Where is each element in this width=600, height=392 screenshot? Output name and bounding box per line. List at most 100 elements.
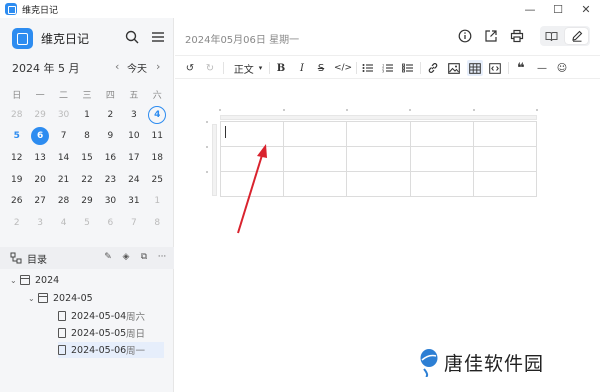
bold-icon[interactable]: B — [274, 60, 288, 76]
today-button[interactable]: 今天 — [127, 60, 147, 75]
calendar-day-number: 21 — [57, 174, 70, 185]
calendar-day[interactable]: 28 — [52, 190, 75, 212]
toc-label: 目录 — [27, 254, 47, 266]
calendar-day[interactable]: 27 — [28, 190, 51, 212]
image-icon[interactable] — [447, 60, 461, 76]
menu-icon[interactable] — [150, 29, 166, 45]
maximize-button[interactable]: ☐ — [544, 0, 572, 18]
paragraph-style-select[interactable]: 正文 ▾ — [231, 60, 265, 76]
calendar-day[interactable]: 15 — [75, 147, 98, 169]
tree-entry[interactable]: 2024-05-04 周六 — [58, 308, 164, 324]
calendar-day[interactable]: 2 — [99, 104, 122, 126]
calendar-day[interactable]: 5 — [5, 126, 28, 148]
calendar-day[interactable]: 17 — [122, 147, 145, 169]
table-cell[interactable] — [409, 171, 474, 197]
calendar-day[interactable]: 24 — [122, 169, 145, 191]
calendar-day[interactable]: 4 — [146, 104, 169, 126]
locate-icon[interactable]: ◈ — [120, 251, 132, 263]
calendar-day[interactable]: 8 — [75, 126, 98, 148]
edit-mode-icon[interactable] — [565, 28, 588, 44]
calendar-day[interactable]: 11 — [146, 126, 169, 148]
calendar-day[interactable]: 3 — [122, 104, 145, 126]
redo-icon[interactable]: ↻ — [203, 60, 217, 76]
calendar-day[interactable]: 14 — [52, 147, 75, 169]
minimize-button[interactable]: — — [516, 0, 544, 18]
calendar-day[interactable]: 8 — [146, 212, 169, 234]
table-cell[interactable] — [472, 146, 538, 172]
calendar-day[interactable]: 29 — [75, 190, 98, 212]
calendar-day[interactable]: 7 — [122, 212, 145, 234]
table-cell[interactable] — [472, 121, 538, 147]
calendar-day[interactable]: 23 — [99, 169, 122, 191]
calendar-day-number: 31 — [128, 196, 140, 207]
bullet-list-icon[interactable] — [360, 60, 374, 76]
calendar-day[interactable]: 18 — [146, 147, 169, 169]
calendar-day[interactable]: 6 — [99, 212, 122, 234]
table-row-handle[interactable] — [212, 124, 217, 196]
link-icon[interactable] — [426, 60, 440, 76]
window-title: 维克日记 — [22, 5, 59, 16]
tree-entry-selected[interactable]: 2024-05-06 周一 — [58, 342, 164, 358]
calendar-day[interactable]: 5 — [75, 212, 98, 234]
table-icon[interactable] — [467, 60, 483, 76]
next-month-button[interactable]: › — [156, 60, 160, 73]
calendar-day[interactable]: 31 — [122, 190, 145, 212]
collapse-all-icon[interactable]: ⧉ — [138, 251, 150, 263]
calendar-day[interactable]: 28 — [5, 104, 28, 126]
calendar-day[interactable]: 29 — [28, 104, 51, 126]
horizontal-rule-icon[interactable]: — — [535, 60, 549, 76]
quote-icon[interactable]: ❝ — [514, 60, 528, 76]
calendar-day[interactable]: 1 — [146, 190, 169, 212]
emoji-icon[interactable]: ☺ — [555, 60, 569, 76]
calendar-day[interactable]: 6 — [28, 126, 51, 148]
calendar-day[interactable]: 25 — [146, 169, 169, 191]
new-entry-icon[interactable]: ✎ — [102, 251, 114, 263]
task-list-icon[interactable] — [400, 60, 414, 76]
calendar-day[interactable]: 2 — [5, 212, 28, 234]
calendar-day[interactable]: 22 — [75, 169, 98, 191]
table-cell[interactable] — [346, 146, 411, 172]
code-block-icon[interactable] — [488, 60, 502, 76]
tree-month[interactable]: ⌄ 2024-05 — [28, 290, 93, 306]
calendar-day[interactable]: 3 — [28, 212, 51, 234]
table-cell[interactable] — [409, 146, 474, 172]
calendar-day[interactable]: 30 — [52, 104, 75, 126]
print-icon[interactable] — [509, 28, 525, 44]
calendar-day[interactable]: 26 — [5, 190, 28, 212]
table-cell[interactable] — [346, 121, 411, 147]
calendar-day[interactable]: 16 — [99, 147, 122, 169]
ordered-list-icon[interactable]: 123 — [380, 60, 394, 76]
calendar-day[interactable]: 1 — [75, 104, 98, 126]
close-button[interactable]: ✕ — [572, 0, 600, 18]
calendar-day[interactable]: 19 — [5, 169, 28, 191]
prev-month-button[interactable]: ‹ — [115, 60, 119, 73]
calendar-day[interactable]: 9 — [99, 126, 122, 148]
inline-code-icon[interactable]: </> — [334, 60, 352, 76]
weekday-label: 五 — [129, 91, 139, 101]
calendar-day[interactable]: 13 — [28, 147, 51, 169]
italic-icon[interactable]: I — [295, 60, 309, 76]
calendar-day[interactable]: 21 — [52, 169, 75, 191]
calendar-day[interactable]: 30 — [99, 190, 122, 212]
tree-year[interactable]: ⌄ 2024 — [10, 272, 59, 288]
tree-entry[interactable]: 2024-05-05 周日 — [58, 325, 164, 341]
read-mode-icon[interactable] — [540, 26, 563, 46]
search-icon[interactable] — [124, 29, 140, 45]
strikethrough-icon[interactable]: S — [314, 60, 328, 76]
table-cell[interactable] — [283, 146, 348, 172]
calendar-day[interactable]: 20 — [28, 169, 51, 191]
table-column-handle[interactable] — [220, 115, 537, 120]
export-icon[interactable] — [483, 28, 499, 44]
undo-icon[interactable]: ↺ — [183, 60, 197, 76]
calendar-day[interactable]: 4 — [52, 212, 75, 234]
table-cell[interactable] — [283, 171, 348, 197]
table-cell[interactable] — [472, 171, 538, 197]
table-cell[interactable] — [346, 171, 411, 197]
table-cell[interactable] — [283, 121, 348, 147]
calendar-day[interactable]: 7 — [52, 126, 75, 148]
more-icon[interactable]: ··· — [156, 251, 168, 263]
calendar-day[interactable]: 10 — [122, 126, 145, 148]
calendar-day[interactable]: 12 — [5, 147, 28, 169]
table-cell[interactable] — [409, 121, 474, 147]
info-icon[interactable] — [457, 28, 473, 44]
